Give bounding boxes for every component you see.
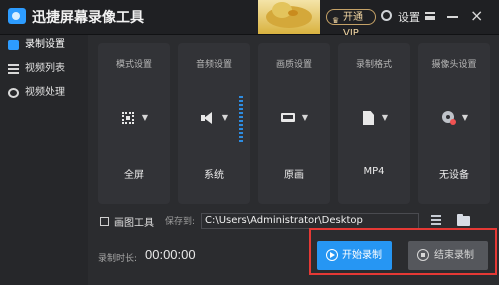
crown-icon: ♛ bbox=[332, 16, 340, 25]
save-to-label: 保存到: bbox=[165, 217, 196, 227]
sidebar-item-record-settings[interactable]: 录制设置 bbox=[0, 35, 88, 55]
video-process-icon bbox=[8, 88, 19, 98]
mode-settings-card[interactable]: 模式设置 ▼ 全屏 bbox=[98, 43, 170, 204]
format-settings-card[interactable]: 录制格式 ▼ MP4 bbox=[338, 43, 410, 204]
app-title: 迅捷屏幕录像工具 bbox=[32, 10, 144, 26]
vip-button[interactable]: ♛ 开通VIP bbox=[326, 9, 376, 39]
stop-recording-label: 结束录制 bbox=[434, 250, 474, 261]
avatar[interactable] bbox=[258, 0, 320, 34]
quality-dropdown[interactable]: ▼ bbox=[280, 109, 308, 127]
card-value: MP4 bbox=[363, 166, 385, 177]
file-icon bbox=[363, 111, 374, 125]
speaker-icon bbox=[201, 112, 216, 124]
file-list-icon[interactable] bbox=[431, 215, 441, 227]
settings-label[interactable]: 设置 bbox=[398, 9, 420, 25]
sidebar-item-video-list[interactable]: 视频列表 bbox=[0, 59, 88, 79]
chevron-down-icon: ▼ bbox=[221, 113, 228, 122]
card-title: 音频设置 bbox=[195, 60, 232, 70]
avatar-duck-beak bbox=[288, 10, 298, 16]
play-icon bbox=[326, 249, 338, 261]
menu-icon[interactable] bbox=[425, 12, 435, 20]
draw-tool-label[interactable]: 画图工具 bbox=[114, 214, 154, 229]
sidebar-item-label: 视频列表 bbox=[25, 63, 65, 74]
settings-icon[interactable] bbox=[381, 10, 392, 21]
format-dropdown[interactable]: ▼ bbox=[360, 109, 388, 127]
card-title: 摄像头设置 bbox=[431, 60, 477, 70]
main-panel: 模式设置 ▼ 全屏 音频设置 ▼ 系统 画质设置 ▼ 原画 录制格式 ▼ MP4… bbox=[88, 35, 499, 285]
close-icon[interactable]: × bbox=[470, 8, 483, 24]
card-value: 原画 bbox=[284, 170, 304, 181]
fullscreen-icon bbox=[122, 112, 134, 124]
list-icon bbox=[8, 64, 19, 74]
laptop-icon bbox=[281, 113, 295, 122]
volume-meter bbox=[239, 96, 243, 144]
sidebar-item-label: 录制设置 bbox=[25, 39, 65, 50]
title-bar: 迅捷屏幕录像工具 ♛ 开通VIP 设置 × bbox=[0, 0, 499, 39]
folder-icon[interactable] bbox=[457, 214, 470, 226]
chevron-down-icon: ▼ bbox=[301, 113, 308, 122]
start-recording-button[interactable]: 开始录制 bbox=[317, 241, 392, 270]
quality-settings-card[interactable]: 画质设置 ▼ 原画 bbox=[258, 43, 330, 204]
app-logo-icon bbox=[8, 8, 26, 24]
sidebar-item-label: 视频处理 bbox=[25, 87, 65, 98]
card-value: 系统 bbox=[204, 170, 224, 181]
card-value: 无设备 bbox=[439, 170, 469, 181]
duration-label: 录制时长: bbox=[98, 254, 138, 264]
stop-icon bbox=[417, 249, 429, 261]
record-icon bbox=[8, 40, 19, 50]
stop-recording-button[interactable]: 结束录制 bbox=[408, 241, 488, 270]
minimize-icon[interactable] bbox=[447, 16, 458, 18]
chevron-down-icon: ▼ bbox=[381, 113, 388, 122]
mode-dropdown[interactable]: ▼ bbox=[120, 109, 148, 127]
camera-dropdown[interactable]: ▼ bbox=[440, 109, 468, 127]
chevron-down-icon: ▼ bbox=[461, 113, 468, 122]
audio-dropdown[interactable]: ▼ bbox=[200, 109, 228, 127]
sidebar: 录制设置 视频列表 视频处理 bbox=[0, 35, 88, 285]
card-value: 全屏 bbox=[124, 170, 144, 181]
start-recording-label: 开始录制 bbox=[342, 250, 382, 261]
card-title: 录制格式 bbox=[355, 60, 392, 70]
sidebar-item-video-process[interactable]: 视频处理 bbox=[0, 83, 88, 103]
save-path-field[interactable]: C:\Users\Administrator\Desktop bbox=[201, 213, 419, 229]
card-title: 模式设置 bbox=[115, 60, 152, 70]
draw-tool-checkbox[interactable] bbox=[100, 217, 109, 226]
duration-value: 00:00:00 bbox=[145, 247, 196, 262]
chevron-down-icon: ▼ bbox=[141, 113, 148, 122]
camera-settings-card[interactable]: 摄像头设置 ▼ 无设备 bbox=[418, 43, 490, 204]
camera-off-icon bbox=[450, 119, 456, 125]
card-title: 画质设置 bbox=[275, 60, 312, 70]
